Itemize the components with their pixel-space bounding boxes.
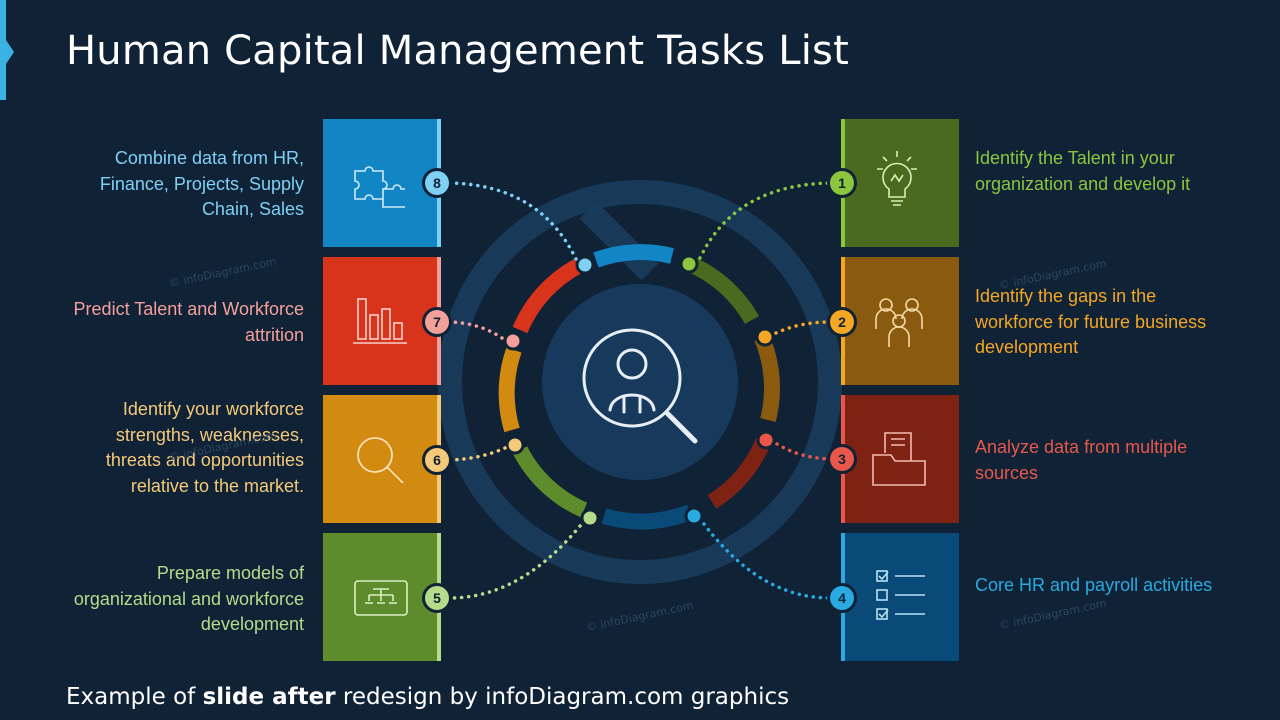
- org-chart-icon: [354, 580, 408, 616]
- footer-prefix: Example of: [66, 684, 203, 710]
- task-text-2: Identify the gaps in the workforce for f…: [975, 286, 1207, 357]
- arc-segment-8: [593, 244, 674, 268]
- ring-node-5: [580, 508, 600, 528]
- task-box-3: [841, 395, 959, 523]
- footer-bold: slide after: [202, 684, 336, 710]
- badge-4: 4: [830, 586, 854, 610]
- task-text-8: Combine data from HR, Finance, Projects,…: [99, 148, 304, 219]
- task-box-4: [841, 533, 959, 661]
- ring-node-3: [756, 430, 776, 450]
- badge-7: 7: [425, 310, 449, 334]
- task-box-8: [323, 119, 441, 247]
- arc-segment-3: [707, 436, 772, 509]
- footer-suffix: redesign by infoDiagram.com graphics: [335, 684, 790, 710]
- puzzle-icon: [354, 166, 405, 208]
- ring-node-1: [679, 254, 699, 274]
- task-text-1: Identify the Talent in your organization…: [975, 148, 1191, 194]
- checklist-icon: [876, 570, 925, 620]
- task-text-7: Predict Talent and Workforce attrition: [73, 299, 304, 345]
- badge-1: 1: [830, 171, 854, 195]
- arc-segment-6: [498, 347, 522, 433]
- arc-segment-4: [601, 504, 693, 530]
- center-disc: [542, 284, 738, 480]
- ring-node-8: [575, 255, 595, 275]
- task-text-4: Core HR and payroll activities: [975, 575, 1213, 595]
- task-box-2: [841, 257, 959, 385]
- badge-5: 5: [425, 586, 449, 610]
- team-icon: [875, 298, 923, 347]
- ring-node-2: [755, 327, 775, 347]
- badge-2: 2: [830, 310, 854, 334]
- ring-node-6: [505, 435, 525, 455]
- task-box-6: [323, 395, 441, 523]
- folder-icon: [872, 432, 926, 486]
- bar-chart-icon: [353, 298, 407, 344]
- magnifier-icon: [357, 437, 404, 484]
- task-text-3: Analyze data from multiple sources: [975, 437, 1188, 483]
- lightbulb-icon: [877, 151, 917, 206]
- footer-caption: Example of slide after redesign by infoD…: [66, 684, 789, 710]
- badge-3: 3: [830, 447, 854, 471]
- badge-6: 6: [425, 448, 449, 472]
- task-box-1: [841, 119, 959, 247]
- task-box-5: [323, 533, 441, 661]
- arc-segment-2: [754, 334, 780, 422]
- ring-node-4: [684, 506, 704, 526]
- ring-node-7: [503, 331, 523, 351]
- task-text-5: Prepare models of organizational and wor…: [73, 563, 304, 634]
- badge-8: 8: [425, 171, 449, 195]
- task-box-7: [323, 257, 441, 385]
- arc-segment-5: [512, 446, 588, 518]
